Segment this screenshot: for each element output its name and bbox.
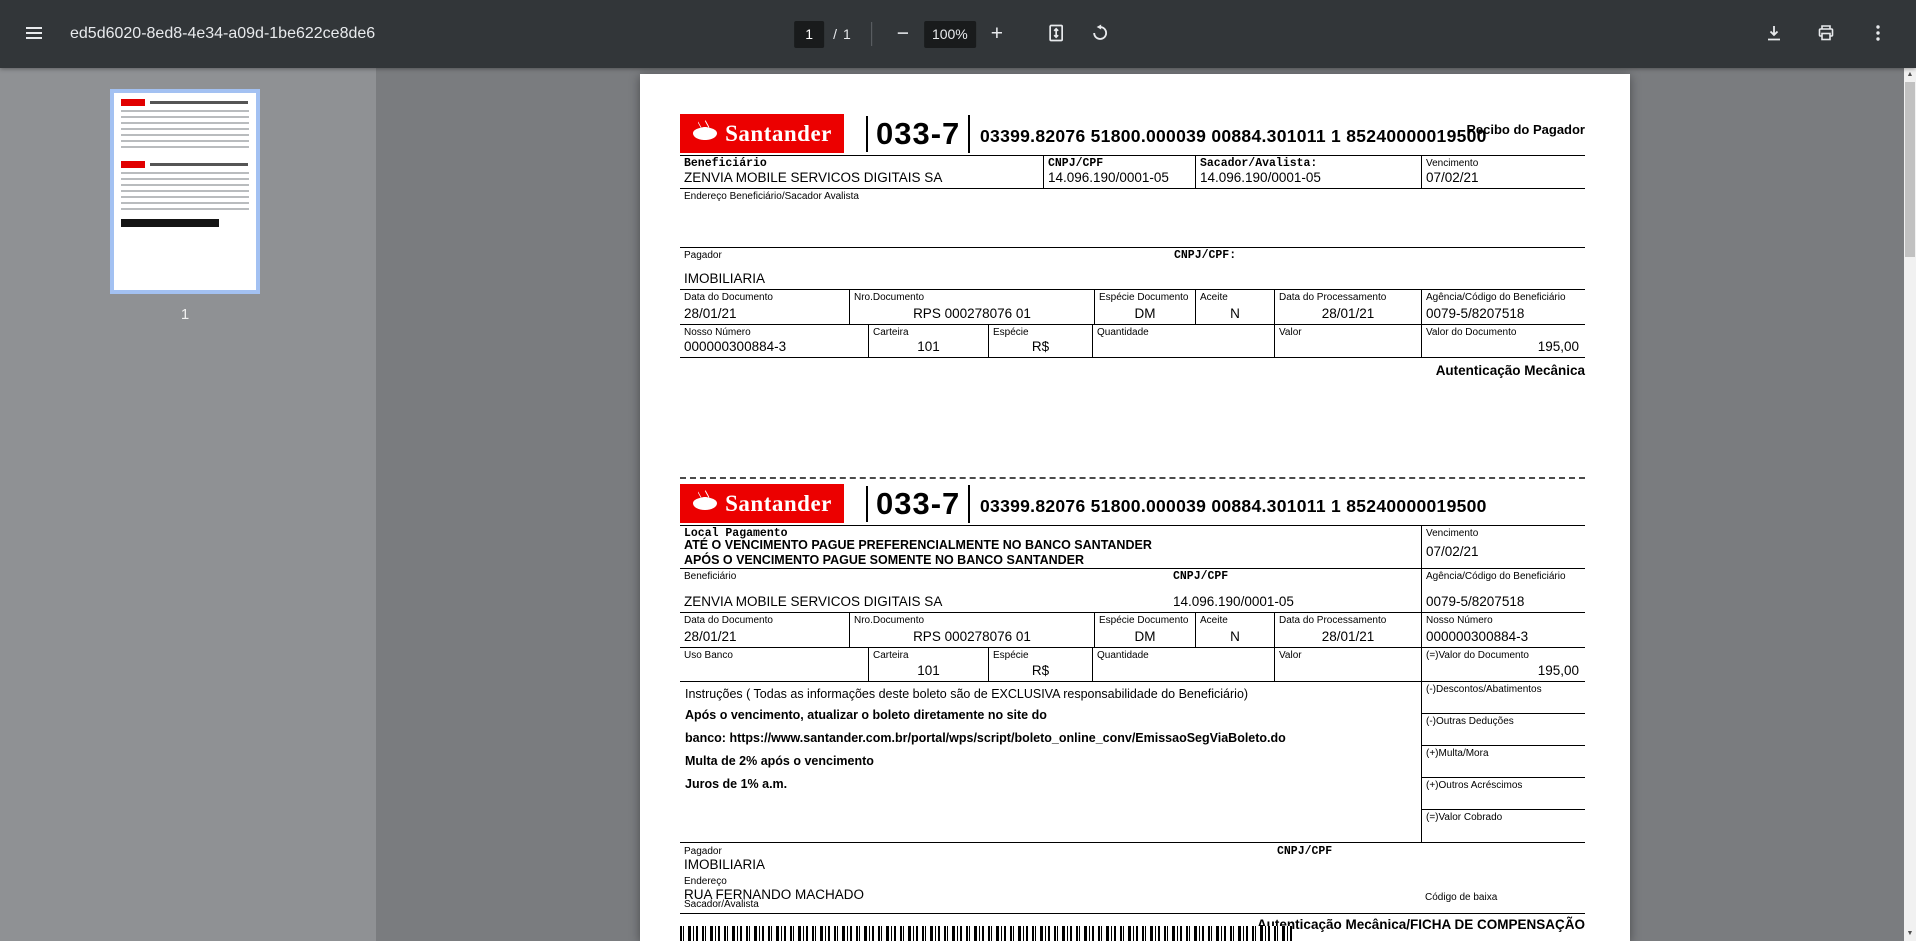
download-button[interactable] (1752, 12, 1796, 56)
document-title: ed5d6020-8ed8-4e34-a09d-1be622ce8de6 (70, 25, 376, 42)
field-vencimento: Vencimento 07/02/21 (1421, 156, 1585, 188)
fit-page-button[interactable] (1034, 12, 1078, 56)
field-data-processamento: Data do Processamento 28/01/21 (1274, 290, 1421, 324)
vertical-scrollbar[interactable]: ▲ ▼ (1904, 68, 1916, 941)
row-pagador-2: Pagador IMOBILIARIA CNPJ/CPF Endereço RU… (680, 843, 1585, 914)
download-icon (1764, 23, 1784, 46)
row-pagador: Pagador CNPJ/CPF: IMOBILIARIA (680, 248, 1585, 290)
field-data-documento: Data do Documento 28/01/21 (684, 292, 773, 321)
divider (866, 486, 868, 522)
field-beneficiario: Beneficiário CNPJ/CPF ZENVIA MOBILE SERV… (684, 570, 1294, 609)
row-instrucoes: Instruções ( Todas as informações deste … (680, 682, 1585, 843)
thumb-text-lines (121, 110, 249, 148)
thumb-logo-mark (121, 99, 145, 106)
santander-logo: Santander (680, 114, 844, 153)
pdf-viewer: ed5d6020-8ed8-4e34-a09d-1be622ce8de6 / 1… (0, 0, 1916, 941)
thumb-line (150, 163, 248, 166)
field-especie-documento: Espécie Documento DM (1094, 290, 1195, 324)
santander-wordmark: Santander (725, 120, 832, 146)
instrucoes-header: Instruções ( Todas as informações deste … (685, 687, 1249, 701)
zoom-in-button[interactable]: + (978, 15, 1016, 53)
field-valor: Valor (1274, 325, 1421, 357)
thumb-barcode (121, 219, 219, 227)
field-especie: Espécie R$ (988, 325, 1092, 357)
rotate-button[interactable] (1078, 12, 1122, 56)
field-nosso-numero: Nosso Número 000000300884-3 (684, 327, 787, 354)
cut-line (680, 477, 1585, 479)
thumbnail-page-label: 1 (180, 306, 190, 323)
santander-logo: Santander (680, 484, 844, 523)
row-endereco-beneficiario: Endereço Beneficiário/Sacador Avalista (680, 189, 1585, 248)
row-nosso-numero-1: Nosso Número 000000300884-3 Carteira 101… (680, 325, 1585, 358)
scroll-down-icon[interactable]: ▼ (1904, 927, 1916, 941)
scrollbar-thumb[interactable] (1905, 82, 1915, 257)
menu-button[interactable] (12, 12, 56, 56)
field-local-pagamento: Local Pagamento ATÉ O VENCIMENTO PAGUE P… (684, 527, 1152, 567)
pdf-page: Santander 033-7 03399.82076 51800.000039… (640, 74, 1630, 941)
toolbar-divider (870, 22, 872, 46)
bank-code: 033-7 (876, 486, 961, 521)
fit-page-icon (1046, 23, 1066, 46)
bank-code: 033-7 (876, 116, 961, 151)
scroll-up-icon[interactable]: ▲ (1904, 68, 1916, 82)
print-icon (1816, 23, 1836, 46)
barcode (680, 926, 1292, 941)
thumb-text-lines (121, 172, 249, 212)
zoom-level[interactable]: 100% (923, 20, 976, 48)
field-sacador-avalista: Sacador/Avalista: 14.096.190/0001-05 (1195, 156, 1421, 188)
field-multa-mora: (+)Multa/Mora (1421, 746, 1585, 778)
digitable-line: 03399.82076 51800.000039 00884.301011 1 … (980, 126, 1487, 146)
santander-flame-icon (692, 120, 718, 147)
santander-wordmark: Santander (725, 490, 832, 516)
field-descontos: (-)Descontos/Abatimentos (1421, 682, 1585, 714)
print-button[interactable] (1804, 12, 1848, 56)
divider (968, 115, 970, 153)
toolbar-center-controls: / 1 − 100% + (794, 0, 1122, 68)
divider (968, 485, 970, 523)
recibo-title: Recibo do Pagador (1466, 122, 1585, 137)
field-outras-deducoes: (-)Outras Deduções (1421, 714, 1585, 746)
divider (866, 116, 868, 152)
page-count-label: / 1 (833, 26, 851, 42)
more-options-button[interactable] (1856, 12, 1900, 56)
santander-flame-icon (692, 490, 718, 517)
autenticacao-mecanica: Autenticação Mecânica (1435, 363, 1585, 378)
row-uso-banco: Uso Banco Carteira 101 Espécie R$ Quanti… (680, 648, 1585, 682)
field-vencimento: Vencimento 07/02/21 (1421, 526, 1585, 568)
field-cnpj: CNPJ/CPF 14.096.190/0001-05 (1043, 156, 1195, 188)
field-beneficiario: Beneficiário ZENVIA MOBILE SERVICOS DIGI… (684, 157, 943, 185)
toolbar-right-controls (1752, 12, 1916, 56)
thumbnail-sidebar: 1 (0, 68, 376, 941)
field-aceite: Aceite N (1195, 290, 1274, 324)
thumbnail-page-1[interactable] (110, 89, 260, 294)
rotate-counterclockwise-icon (1090, 23, 1110, 46)
kebab-menu-icon (1868, 23, 1888, 46)
autenticacao-ficha: Autenticação Mecânica/FICHA DE COMPENSAÇ… (1256, 917, 1585, 932)
field-nro-documento: Nro.Documento RPS 000278076 01 (849, 290, 1094, 324)
boleto-sheet: Santander 033-7 03399.82076 51800.000039… (680, 74, 1585, 941)
field-valor-documento: Valor do Documento 195,00 (1421, 325, 1585, 357)
field-outros-acrescimos: (+)Outros Acréscimos (1421, 778, 1585, 810)
thumb-line (150, 101, 248, 104)
thumb-logo-mark (121, 161, 145, 168)
pdf-content-area[interactable]: Santander 033-7 03399.82076 51800.000039… (376, 68, 1904, 941)
row-beneficiario: Beneficiário ZENVIA MOBILE SERVICOS DIGI… (680, 155, 1585, 189)
field-agencia-codigo: Agência/Código do Beneficiário 0079-5/82… (1421, 290, 1585, 324)
field-valor-cobrado: (=)Valor Cobrado (1421, 810, 1585, 842)
zoom-out-button[interactable]: − (884, 15, 922, 53)
field-carteira: Carteira 101 (868, 325, 988, 357)
digitable-line: 03399.82076 51800.000039 00884.301011 1 … (980, 496, 1487, 516)
pdf-toolbar: ed5d6020-8ed8-4e34-a09d-1be622ce8de6 / 1… (0, 0, 1916, 68)
row-beneficiario-2: Beneficiário CNPJ/CPF ZENVIA MOBILE SERV… (680, 569, 1585, 613)
hamburger-icon (24, 23, 44, 46)
row-documento-2: Data do Documento 28/01/21 Nro.Documento… (680, 613, 1585, 648)
page-number-input[interactable] (794, 20, 825, 48)
field-agencia-codigo: Agência/Código do Beneficiário 0079-5/82… (1421, 569, 1585, 612)
row-documento-1: Data do Documento 28/01/21 Nro.Documento… (680, 290, 1585, 325)
field-quantidade: Quantidade (1092, 325, 1274, 357)
row-local-pagamento: Local Pagamento ATÉ O VENCIMENTO PAGUE P… (680, 525, 1585, 569)
